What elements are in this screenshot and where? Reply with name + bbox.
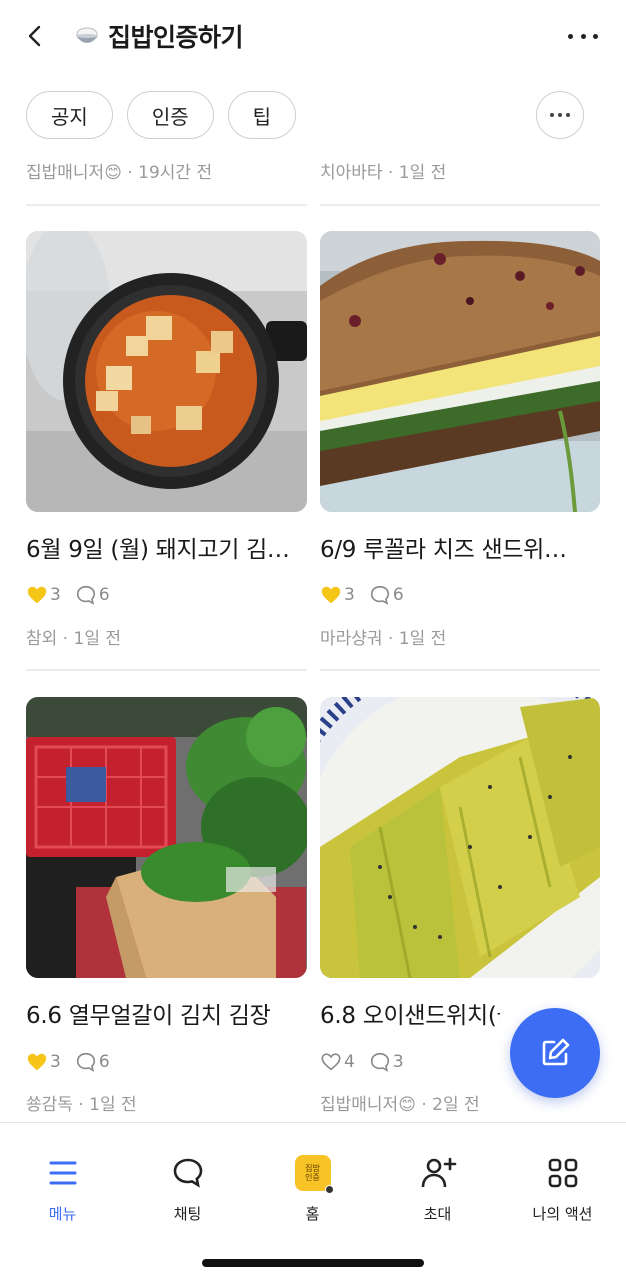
comment-icon[interactable] [75,1051,97,1073]
nav-label: 채팅 [173,1205,202,1223]
author-name: 마라샹궈 [320,629,383,649]
home-icon: 집밥 인증 [293,1153,334,1194]
post-thumbnail-cucumber-sandwich[interactable] [320,697,600,978]
post-time: 1일 전 [73,629,122,649]
post-time: 19시간 전 [138,163,213,183]
divider [26,669,307,671]
post-meta: 쑝감독 · 1일 전 [26,1095,137,1115]
more-options-button[interactable] [568,24,598,48]
post-title[interactable]: 6월 9일 (월) 돼지고기 김… [26,530,309,564]
post-title[interactable]: 6.8 오이샌드위치(블랙… [320,996,500,1030]
author-name: 참외 [26,629,58,649]
nav-invite[interactable]: 초대 [375,1153,500,1224]
divider [320,669,600,671]
nav-home[interactable]: 집밥 인증 홈 [250,1153,375,1224]
nav-label: 초대 [423,1205,452,1223]
author-name: 집밥매니저 [26,163,105,183]
post-thumbnail-sandwich[interactable] [320,231,600,512]
post-time: 1일 전 [398,629,447,649]
heart-icon[interactable] [26,584,48,606]
post-time: 1일 전 [89,1095,137,1115]
post-stats: 3 6 [320,584,404,606]
like-count: 3 [344,585,355,605]
post-meta: 집밥매니저😊 · 2일 전 [320,1095,480,1115]
top-app-bar: 집밥인증하기 [0,0,626,72]
author-emoji: 😊 [104,163,122,183]
heart-icon[interactable] [26,1051,48,1073]
home-indicator [202,1259,424,1267]
page-title: 집밥인증하기 [108,23,244,52]
post-time: 1일 전 [398,163,447,183]
menu-icon [43,1153,83,1193]
back-arrow-icon[interactable] [22,22,50,50]
nav-chat[interactable]: 채팅 [125,1153,250,1224]
more-dot-icon [593,33,598,39]
author-name: 치아바타 [320,163,383,183]
more-dot-icon [550,113,554,117]
comment-count: 6 [98,585,110,605]
comment-icon[interactable] [369,1051,391,1073]
write-post-button[interactable] [510,1008,600,1098]
edit-pencil-icon [542,1038,570,1066]
more-dot-icon [558,113,562,117]
like-count: 3 [50,1052,61,1072]
post-meta: 집밥매니저😊 · 19시간 전 [26,163,213,183]
author-name: 집밥매니저 [320,1095,399,1115]
cucumber-sandwich-image [320,697,600,978]
divider [26,204,307,206]
author-name: 쑝감독 [26,1095,73,1115]
post-title[interactable]: 6/9 루꼴라 치즈 샌드위… [320,530,603,564]
post-meta: 참외 · 1일 전 [26,629,122,649]
more-dot-icon [568,33,573,39]
nav-label: 메뉴 [48,1205,77,1223]
nav-menu[interactable]: 메뉴 [0,1153,125,1224]
post-meta: 치아바타 · 1일 전 [320,163,447,183]
comment-count: 6 [98,1052,110,1072]
bottom-navigation: 메뉴 채팅 집밥 인증 홈 초대 나의 액션 [0,1122,626,1280]
post-stats: 4 3 [320,1051,404,1073]
chip-notice[interactable]: 공지 [26,91,113,139]
post-title[interactable]: 6.6 열무얼갈이 김치 김장 [26,996,309,1030]
invite-icon [418,1153,458,1193]
author-emoji: 😊 [398,1095,416,1115]
filter-chips: 공지 인증 팁 [26,91,297,139]
heart-outline-icon[interactable] [320,1051,342,1073]
post-thumbnail-kimchi-stew[interactable] [26,231,307,512]
post-thumbnail-radish-kimchi[interactable] [26,697,307,978]
chip-more-button[interactable] [536,91,584,139]
post-stats: 3 6 [26,584,110,606]
chip-verify[interactable]: 인증 [126,91,214,139]
like-count: 4 [344,1052,355,1072]
page-title-group: 집밥인증하기 [74,18,244,54]
nav-label: 나의 액션 [532,1205,593,1223]
post-meta: 마라샹궈 · 1일 전 [320,629,447,649]
heart-icon[interactable] [320,584,342,606]
rice-bowl-icon [76,27,98,43]
comment-count: 3 [392,1052,404,1072]
nav-my-actions[interactable]: 나의 액션 [500,1153,625,1224]
more-dot-icon [566,113,570,117]
grid-icon [543,1153,583,1193]
post-stats: 3 6 [26,1051,110,1073]
comment-count: 6 [392,585,404,605]
kimchi-stew-image [26,231,307,512]
nav-label: 홈 [305,1205,320,1223]
groceries-image [26,697,307,978]
like-count: 3 [50,585,61,605]
sandwich-image [320,231,600,512]
comment-icon[interactable] [75,584,97,606]
comment-icon[interactable] [369,584,391,606]
chat-icon [168,1153,208,1193]
more-dot-icon [580,33,586,39]
chip-tip[interactable]: 팁 [227,91,297,139]
divider [320,204,600,206]
post-time: 2일 전 [432,1095,480,1115]
